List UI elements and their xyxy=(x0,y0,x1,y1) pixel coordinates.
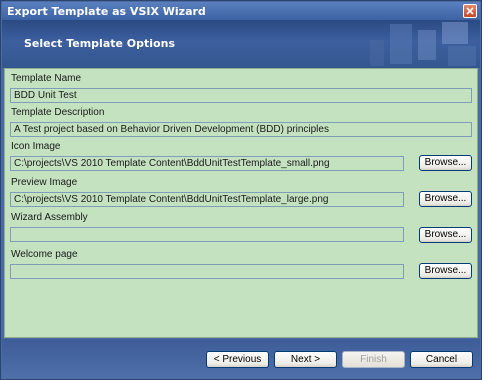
banner-decoration-icon xyxy=(370,22,476,66)
preview-image-browse-button[interactable]: Browse... xyxy=(419,191,472,207)
title-bar[interactable]: Export Template as VSIX Wizard xyxy=(2,2,480,20)
welcome-page-label: Welcome page xyxy=(11,249,78,260)
wizard-banner: Select Template Options xyxy=(2,20,480,68)
next-button[interactable]: Next > xyxy=(274,351,337,368)
preview-image-label: Preview Image xyxy=(11,177,78,188)
template-name-field[interactable]: BDD Unit Test xyxy=(10,88,472,103)
welcome-page-field[interactable] xyxy=(10,264,404,279)
wizard-assembly-field[interactable] xyxy=(10,227,404,242)
wizard-assembly-browse-button[interactable]: Browse... xyxy=(419,227,472,243)
previous-button[interactable]: < Previous xyxy=(206,351,269,368)
options-panel: Template Name BDD Unit Test Template Des… xyxy=(4,68,478,338)
finish-button[interactable]: Finish xyxy=(342,351,405,368)
window-title: Export Template as VSIX Wizard xyxy=(7,5,206,18)
template-description-label: Template Description xyxy=(11,107,105,118)
template-description-field[interactable]: A Test project based on Behavior Driven … xyxy=(10,122,472,137)
icon-image-browse-button[interactable]: Browse... xyxy=(419,155,472,171)
wizard-assembly-label: Wizard Assembly xyxy=(11,212,88,223)
close-button[interactable] xyxy=(463,4,477,18)
wizard-window: Export Template as VSIX Wizard Select Te… xyxy=(0,0,482,380)
template-name-label: Template Name xyxy=(11,73,82,84)
icon-image-label: Icon Image xyxy=(11,141,61,152)
close-icon xyxy=(466,7,474,15)
icon-image-field[interactable]: C:\projects\VS 2010 Template Content\Bdd… xyxy=(10,156,404,171)
welcome-page-browse-button[interactable]: Browse... xyxy=(419,263,472,279)
page-heading: Select Template Options xyxy=(24,37,175,50)
cancel-button[interactable]: Cancel xyxy=(410,351,473,368)
preview-image-field[interactable]: C:\projects\VS 2010 Template Content\Bdd… xyxy=(10,192,404,207)
wizard-footer: < Previous Next > Finish Cancel xyxy=(2,339,480,379)
